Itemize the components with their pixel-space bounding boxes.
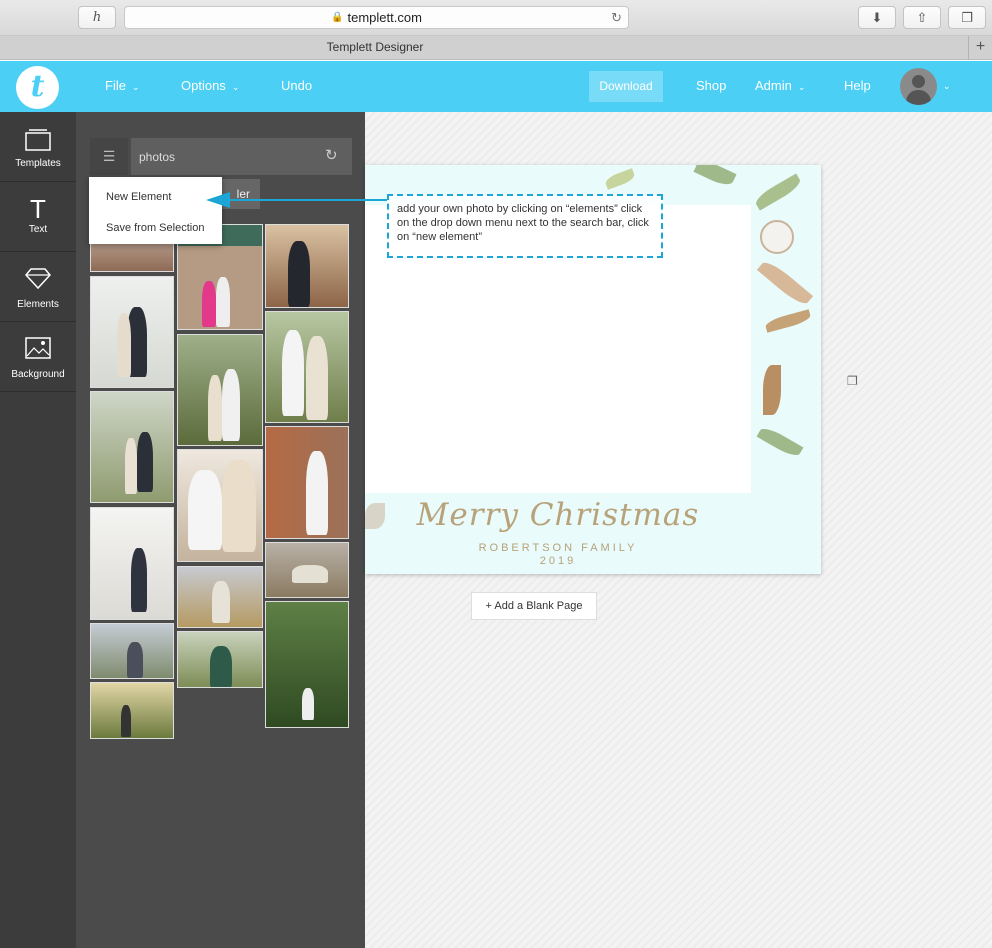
sidebar-label: Background <box>11 369 65 380</box>
card-title[interactable]: Merry Christmas <box>365 497 751 533</box>
download-icon[interactable]: ⬇ <box>858 6 896 29</box>
card-year[interactable]: 2019 <box>365 555 751 567</box>
photo-thumbnail[interactable] <box>265 426 349 539</box>
help-link[interactable]: Help <box>844 78 871 93</box>
admin-menu[interactable]: Admin ⌄ <box>755 78 805 93</box>
add-blank-page-button[interactable]: + Add a Blank Page <box>471 592 597 620</box>
admin-label: Admin <box>755 78 792 93</box>
element-options-dropdown: New Element Save from Selection <box>89 177 222 244</box>
templates-icon <box>25 129 51 151</box>
sidebar-item-text[interactable]: T Text <box>0 182 76 252</box>
options-menu[interactable]: Options ⌄ <box>181 78 239 93</box>
photo-thumbnail[interactable] <box>265 224 349 308</box>
share-icon[interactable]: ⇧ <box>903 6 941 29</box>
undo-button[interactable]: Undo <box>281 78 312 93</box>
address-bar[interactable]: 🔒 templett.com ↻ <box>124 6 629 29</box>
leaf-decoration <box>756 424 804 460</box>
search-input[interactable]: photos <box>131 138 352 175</box>
photo-thumbnail[interactable] <box>90 507 174 620</box>
tab-bar: Templett Designer + <box>0 36 992 60</box>
photo-thumbnail[interactable] <box>177 566 263 628</box>
sidebar-item-background[interactable]: Background <box>0 322 76 392</box>
sidebar-label: Elements <box>17 299 59 310</box>
chevron-down-icon[interactable]: ⌄ <box>943 81 951 92</box>
diamond-icon <box>25 268 51 290</box>
photo-thumbnail[interactable] <box>177 449 263 562</box>
callout-arrow-line <box>220 199 387 201</box>
leaf-decoration <box>603 168 637 190</box>
photo-thumbnail[interactable] <box>265 601 349 728</box>
sidebar-item-elements[interactable]: Elements <box>0 252 76 322</box>
sidebar-label: Text <box>28 224 48 235</box>
avatar-head <box>912 75 925 88</box>
cotton-decoration <box>760 220 794 254</box>
chevron-down-icon: ⌄ <box>131 82 140 92</box>
chevron-down-icon: ⌄ <box>797 82 806 92</box>
sidebar-item-templates[interactable]: Templates <box>0 112 76 182</box>
leaf-decoration <box>693 165 737 189</box>
photo-thumbnail[interactable] <box>90 682 174 739</box>
url-text: templett.com <box>347 10 422 25</box>
refresh-icon[interactable]: ↻ <box>325 146 338 164</box>
left-sidebar: Templates T Text Elements Background <box>0 112 76 948</box>
photo-thumbnail[interactable] <box>265 311 349 423</box>
shop-link[interactable]: Shop <box>696 78 726 93</box>
app-header: t File ⌄ Options ⌄ Undo Download Shop Admi… <box>0 61 992 112</box>
photo-thumbnail[interactable] <box>90 391 174 503</box>
browser-toolbar: h 🔒 templett.com ↻ ⬇ ⇧ ❐ <box>0 0 992 36</box>
avatar-body <box>906 90 931 105</box>
history-button[interactable]: h <box>78 6 116 29</box>
photo-thumbnail[interactable] <box>90 276 174 388</box>
lock-icon: 🔒 <box>331 12 344 23</box>
photo-thumbnail[interactable] <box>177 631 263 688</box>
new-tab-plus-icon[interactable]: + <box>968 36 992 60</box>
card-family-name[interactable]: ROBERTSON FAMILY <box>365 542 751 554</box>
photo-thumbnail[interactable] <box>177 334 263 446</box>
instruction-callout: add your own photo by clicking on “eleme… <box>387 194 663 258</box>
download-button[interactable]: Download <box>589 71 663 102</box>
callout-arrow-head-icon <box>206 192 230 208</box>
file-menu[interactable]: File ⌄ <box>105 78 140 93</box>
image-icon <box>25 337 51 359</box>
chevron-down-icon: ⌄ <box>231 82 240 92</box>
leaf-decoration <box>752 173 804 211</box>
menu-icon[interactable]: ☰ <box>90 138 128 175</box>
history-icon: h <box>92 10 102 25</box>
new-element-option[interactable]: New Element <box>106 191 171 203</box>
copy-page-icon[interactable]: ❐ <box>847 374 858 388</box>
reload-icon[interactable]: ↻ <box>611 10 622 26</box>
photo-thumbnail[interactable] <box>265 542 349 598</box>
avatar[interactable] <box>900 68 937 105</box>
options-label: Options <box>181 78 226 93</box>
leaf-decoration <box>756 257 814 309</box>
templett-logo[interactable]: t <box>16 66 59 109</box>
text-icon: T <box>30 194 46 224</box>
leaf-decoration <box>764 309 812 333</box>
tabs-icon[interactable]: ❐ <box>948 6 986 29</box>
save-from-selection-option[interactable]: Save from Selection <box>106 222 204 234</box>
photo-thumbnail[interactable] <box>90 623 174 679</box>
tab-title[interactable]: Templett Designer <box>0 40 750 54</box>
leaf-decoration <box>763 365 781 415</box>
sidebar-label: Templates <box>15 158 61 169</box>
file-label: File <box>105 78 126 93</box>
